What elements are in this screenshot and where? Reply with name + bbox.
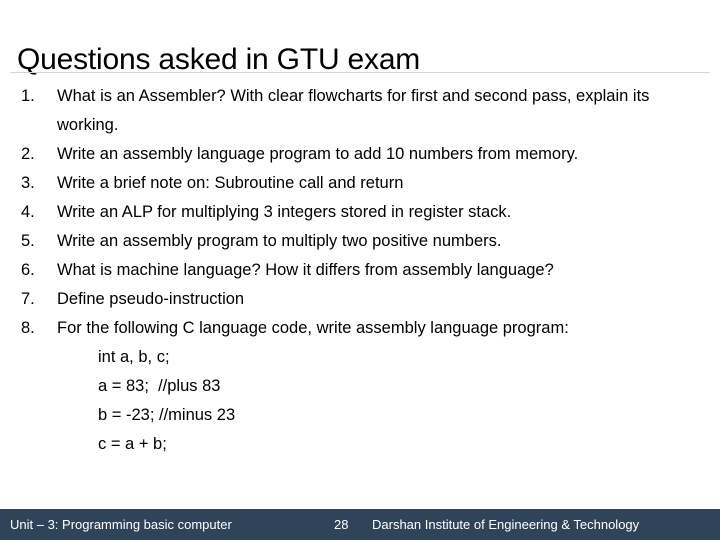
list-item: 7. Define pseudo-instruction [0,285,720,314]
list-item: 8. For the following C language code, wr… [0,314,720,343]
slide-footer: Unit – 3: Programming basic computer 28 … [0,509,720,540]
list-item-number: 2. [21,145,35,163]
title-divider [10,72,710,73]
list-item-text: What is machine language? How it differs… [57,261,554,279]
list-item: 3. Write a brief note on: Subroutine cal… [0,169,720,198]
list-item-number: 4. [21,203,35,221]
list-item-text: Write an ALP for multiplying 3 integers … [57,203,512,221]
code-line: a = 83; //plus 83 [98,377,221,395]
list-item-text: Write an assembly language program to ad… [57,145,579,163]
code-block: int a, b, c; a = 83; //plus 83 b = -23; … [98,343,658,459]
slide-canvas: Questions asked in GTU exam 1. What is a… [0,0,720,540]
list-item-text: What is an Assembler? With clear flowcha… [57,87,650,134]
list-item-number: 1. [21,87,35,105]
question-list: 1. What is an Assembler? With clear flow… [0,82,720,343]
list-item: 4. Write an ALP for multiplying 3 intege… [0,198,720,227]
footer-page-number: 28 [334,517,349,532]
list-item-number: 3. [21,174,35,192]
list-item-text: Write an assembly program to multiply tw… [57,232,502,250]
code-line: int a, b, c; [98,348,170,366]
list-item: 2. Write an assembly language program to… [0,140,720,169]
list-item-text: Write a brief note on: Subroutine call a… [57,174,404,192]
list-item-text: Define pseudo-instruction [57,290,245,308]
code-line: b = -23; //minus 23 [98,406,236,424]
list-item: 1. What is an Assembler? With clear flow… [0,82,720,140]
list-item-number: 7. [21,290,35,308]
list-item: 6. What is machine language? How it diff… [0,256,720,285]
footer-unit-label: Unit – 3: Programming basic computer [10,517,232,532]
footer-institute-label: Darshan Institute of Engineering & Techn… [372,517,640,532]
list-item-number: 5. [21,232,35,250]
list-item-number: 8. [21,319,35,337]
list-item: 5. Write an assembly program to multiply… [0,227,720,256]
list-item-number: 6. [21,261,35,279]
list-item-text: For the following C language code, write… [57,319,569,337]
code-line: c = a + b; [98,435,167,453]
